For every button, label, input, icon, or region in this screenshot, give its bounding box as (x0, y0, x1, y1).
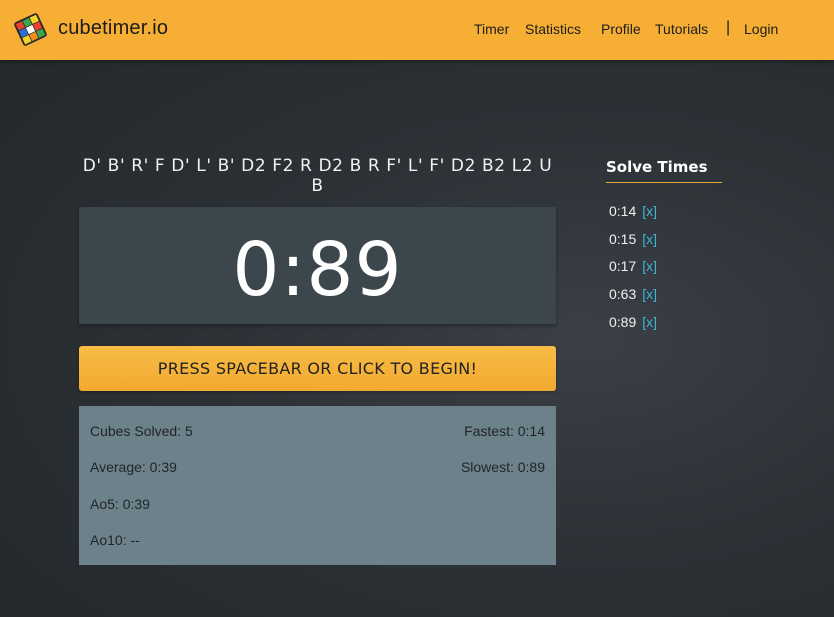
solve-time-row: 0:14 [x] (609, 203, 657, 219)
stat-average: Average: 0:39 (90, 459, 177, 475)
delete-solve-link[interactable]: [x] (642, 203, 657, 219)
nav-login[interactable]: Login (744, 21, 778, 37)
nav-timer[interactable]: Timer (474, 21, 509, 37)
nav-separator: | (726, 19, 731, 36)
stat-fastest: Fastest: 0:14 (464, 423, 545, 439)
stat-cubes-solved: Cubes Solved: 5 (90, 423, 193, 439)
solve-time-row: 0:17 [x] (609, 258, 657, 274)
delete-solve-link[interactable]: [x] (642, 314, 657, 330)
solve-time-row: 0:89 [x] (609, 314, 657, 330)
navbar: cubetimer.io Timer Statistics Profile Tu… (0, 0, 834, 60)
solve-time-value: 0:14 (609, 203, 637, 219)
stat-ao10: Ao10: -- (90, 532, 140, 548)
scramble-text: D' B' R' F D' L' B' D2 F2 R D2 B R F' L'… (82, 156, 553, 196)
solve-time-row: 0:15 [x] (609, 231, 657, 247)
start-button[interactable]: PRESS SPACEBAR OR CLICK TO BEGIN! (79, 346, 556, 391)
stats-panel: Cubes Solved: 5 Fastest: 0:14 Average: 0… (79, 406, 556, 565)
solve-time-row: 0:63 [x] (609, 286, 657, 302)
nav-statistics[interactable]: Statistics (525, 21, 581, 37)
solve-times-divider (606, 182, 722, 183)
solve-time-value: 0:15 (609, 231, 637, 247)
brand-name[interactable]: cubetimer.io (58, 17, 168, 40)
delete-solve-link[interactable]: [x] (642, 231, 657, 247)
timer-panel[interactable]: 0:89 (79, 207, 556, 324)
solve-times-title: Solve Times (606, 158, 708, 176)
timer-display: 0:89 (232, 227, 403, 313)
delete-solve-link[interactable]: [x] (642, 286, 657, 302)
solve-time-value: 0:17 (609, 258, 637, 274)
nav-profile[interactable]: Profile (601, 21, 641, 37)
stat-slowest: Slowest: 0:89 (460, 459, 545, 475)
rubiks-cube-logo-icon[interactable] (12, 11, 49, 48)
nav-tutorials[interactable]: Tutorials (655, 21, 708, 37)
solve-time-value: 0:63 (609, 286, 637, 302)
stat-ao5: Ao5: 0:39 (90, 496, 150, 512)
solve-time-value: 0:89 (609, 314, 637, 330)
delete-solve-link[interactable]: [x] (642, 258, 657, 274)
